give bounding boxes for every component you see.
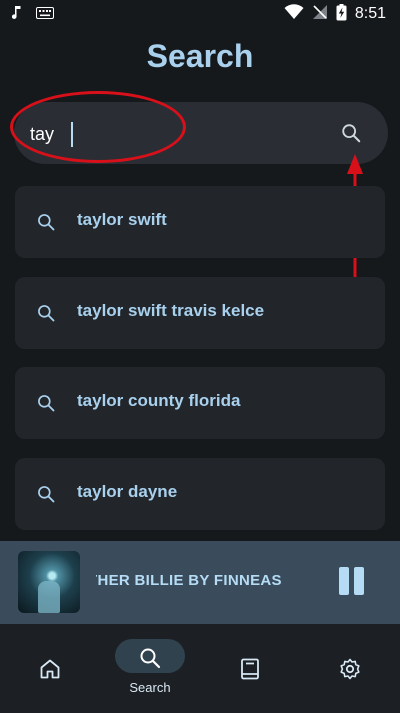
search-icon xyxy=(38,395,55,412)
nav-library[interactable] xyxy=(200,624,300,713)
search-icon xyxy=(38,214,55,231)
track-title[interactable]: THER BILLIE BY FINNEAS xyxy=(96,572,292,589)
suggestion-item[interactable]: taylor swift travis kelce xyxy=(15,277,385,349)
status-time: 8:51 xyxy=(354,5,386,22)
search-icon xyxy=(342,124,361,143)
status-bar: 8:51 xyxy=(0,0,400,28)
suggestion-label: taylor swift travis kelce xyxy=(77,301,265,320)
album-art-figure xyxy=(38,581,60,613)
no-signal-icon xyxy=(312,4,328,24)
suggestion-label: taylor dayne xyxy=(77,482,178,501)
annotation-ellipse xyxy=(10,91,186,163)
nav-settings[interactable] xyxy=(300,624,400,713)
pause-icon-bar xyxy=(354,567,364,595)
nav-home[interactable] xyxy=(0,624,100,713)
keyboard-icon xyxy=(36,6,54,23)
suggestion-item[interactable]: taylor swift xyxy=(15,186,385,258)
search-icon xyxy=(38,486,55,503)
pause-icon xyxy=(339,567,349,595)
music-note-icon xyxy=(11,5,22,23)
suggestion-item[interactable]: taylor county florida xyxy=(15,367,385,439)
wifi-icon xyxy=(284,4,304,24)
status-right: 8:51 xyxy=(284,3,386,25)
search-icon xyxy=(140,648,161,669)
bottom-nav: Search xyxy=(0,624,400,713)
status-left xyxy=(11,5,54,23)
page-title: Search xyxy=(146,38,254,74)
search-icon xyxy=(38,305,55,322)
battery-charging-icon xyxy=(336,3,347,25)
nav-label: Search xyxy=(129,680,171,695)
suggestion-label: taylor swift xyxy=(77,210,167,229)
library-icon xyxy=(241,658,259,680)
pause-button[interactable] xyxy=(339,567,365,595)
track-title-text: THER BILLIE BY FINNEAS xyxy=(96,572,282,589)
settings-icon xyxy=(340,658,360,680)
now-playing-bar[interactable]: THER BILLIE BY FINNEAS xyxy=(0,541,400,624)
suggestion-item[interactable]: taylor dayne xyxy=(15,458,385,530)
home-icon xyxy=(40,659,60,679)
album-art[interactable] xyxy=(18,551,80,613)
suggestion-label: taylor county florida xyxy=(77,391,241,410)
nav-search[interactable]: Search xyxy=(100,624,200,713)
search-button[interactable] xyxy=(340,122,364,146)
